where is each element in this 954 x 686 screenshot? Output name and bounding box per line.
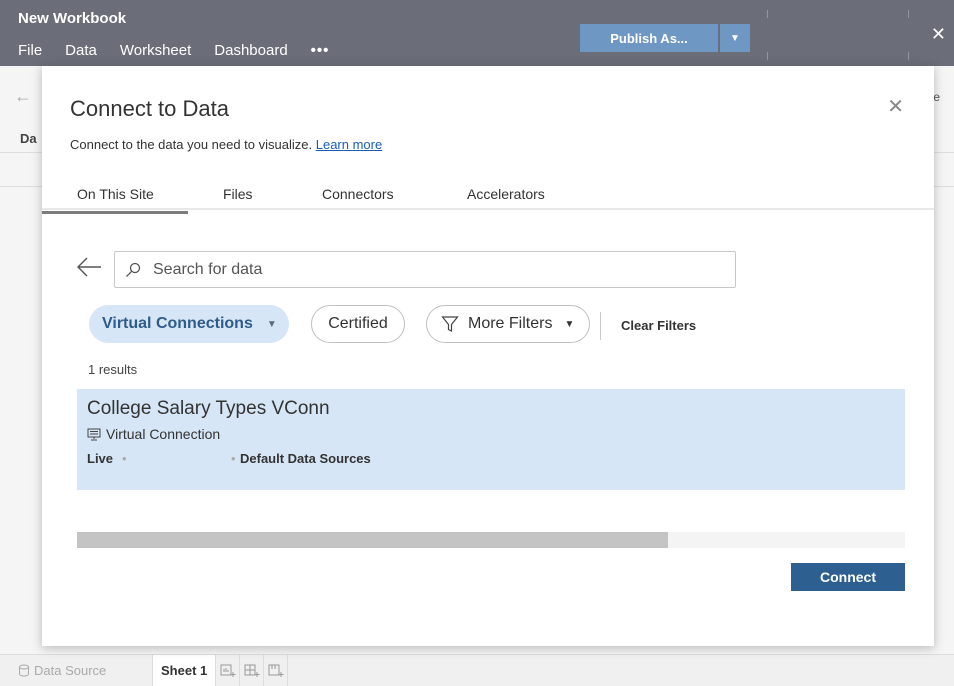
dialog-tabs: On This Site Files Connectors Accelerato… [42,178,934,214]
tab-files[interactable]: Files [223,186,253,202]
back-arrow-icon: ← [14,86,32,106]
back-arrow-icon[interactable] [76,256,102,284]
more-filters-button[interactable]: More Filters ▼ [426,305,590,343]
chevron-down-icon: ▼ [564,318,575,330]
results-count: 1 results [88,362,138,377]
background-divider [0,186,42,187]
connect-button[interactable]: Connect [791,563,905,591]
separator-dot: • [122,451,127,466]
toolbar-divider [767,10,768,18]
app-close-icon[interactable]: ✕ [931,24,946,45]
sheet-tab[interactable]: Sheet 1 [152,654,217,686]
virtual-connection-icon [87,428,101,440]
search-input[interactable] [153,260,713,279]
dialog-title: Connect to Data [70,96,229,121]
tab-accelerators[interactable]: Accelerators [467,186,545,202]
connect-to-data-dialog: Connect to Data ✕ Connect to the data yo… [42,66,934,646]
scrollbar-thumb[interactable] [77,532,669,548]
background-label: Da [20,131,37,146]
more-filters-label: More Filters [468,315,553,332]
toolbar-divider [767,52,768,60]
menu-dashboard[interactable]: Dashboard [214,42,287,59]
dialog-subtitle-text: Connect to the data you need to visualiz… [70,137,313,152]
background-divider [934,152,954,153]
new-story-icon[interactable] [264,654,289,686]
menu-data[interactable]: Data [65,42,97,59]
separator-dot: • [231,451,236,466]
connection-mode: Live [87,451,114,466]
virtual-connections-filter[interactable]: Virtual Connections ▼ [89,305,289,343]
background-label-right: e [933,90,940,104]
publish-dropdown-icon[interactable]: ▼ [720,24,750,52]
publish-as-button[interactable]: Publish As... [580,24,718,52]
dialog-close-icon[interactable]: ✕ [887,94,904,119]
menu-more-icon[interactable]: ••• [311,42,330,59]
data-source-tab[interactable]: Data Source [18,663,152,678]
background-divider [934,186,954,187]
learn-more-link[interactable]: Learn more [316,137,382,152]
background-divider [0,152,42,153]
filter-icon [441,316,459,332]
result-type: Virtual Connection [87,426,220,442]
filter-divider [600,312,601,340]
menu-bar: File Data Worksheet Dashboard ••• [18,42,352,59]
search-box [114,251,736,288]
virtual-connections-label: Virtual Connections [102,315,253,332]
horizontal-scrollbar[interactable] [77,532,905,548]
tab-connectors[interactable]: Connectors [322,186,394,202]
new-dashboard-icon[interactable] [240,654,265,686]
chevron-down-icon: ▼ [266,318,277,330]
result-type-label: Virtual Connection [106,426,221,442]
database-icon [19,664,29,677]
certified-label: Certified [328,315,388,332]
toolbar-divider [908,10,909,18]
search-icon [125,262,141,278]
clear-filters-button[interactable]: Clear Filters [621,318,696,333]
toolbar-divider [908,52,909,60]
result-name: College Salary Types VConn [87,398,330,419]
certified-filter[interactable]: Certified [311,305,405,343]
data-sources-label: Default Data Sources [240,451,371,466]
workbook-title: New Workbook [18,10,127,27]
menu-worksheet[interactable]: Worksheet [120,42,191,59]
menu-file[interactable]: File [18,42,42,59]
publish-as-control: Publish As... ▼ [580,24,750,52]
result-item[interactable]: College Salary Types VConn Virtual Conne… [77,389,905,490]
dialog-subtitle: Connect to the data you need to visualiz… [70,137,382,152]
app-header: New Workbook File Data Worksheet Dashboa… [0,0,954,66]
data-source-label: Data Source [34,663,107,678]
sheet-tab-bar: Data Source Sheet 1 [0,654,954,686]
new-worksheet-icon[interactable] [216,654,241,686]
tab-on-this-site[interactable]: On This Site [42,186,188,214]
